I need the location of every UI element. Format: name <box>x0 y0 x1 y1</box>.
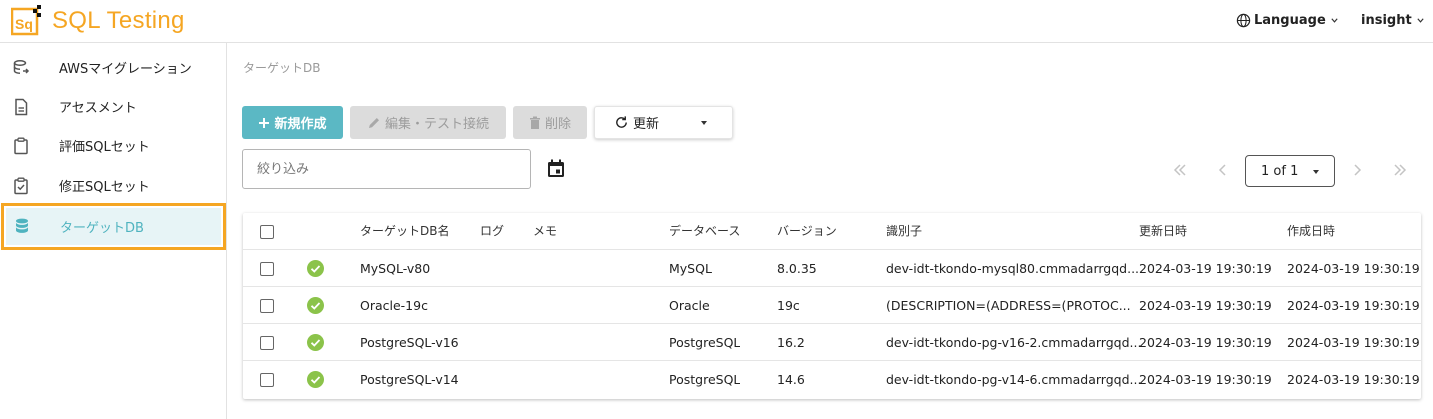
target-db-table: ターゲットDB名 ログ メモ データベース バージョン 識別子 更新日時 作成日… <box>243 213 1421 399</box>
last-page-icon[interactable] <box>1392 162 1408 178</box>
cell-version: 14.6 <box>777 372 805 387</box>
cell-updated: 2024-03-19 19:30:19 <box>1139 372 1272 387</box>
document-icon <box>15 98 28 115</box>
calendar-icon[interactable] <box>547 159 565 178</box>
cell-created: 2024-03-19 19:30:19 <box>1287 261 1420 276</box>
column-header-created[interactable]: 作成日時 <box>1287 213 1335 250</box>
app-title: SQL Testing <box>52 7 185 34</box>
next-page-icon[interactable] <box>1349 162 1365 178</box>
cell-database: Oracle <box>669 298 710 313</box>
refresh-button-label: 更新 <box>633 117 660 132</box>
row-checkbox[interactable] <box>260 336 274 350</box>
globe-icon <box>1236 13 1251 28</box>
user-label: insight <box>1361 13 1412 28</box>
plus-icon <box>259 117 270 128</box>
cell-identifier: dev-idt-tkondo-pg-v14-6.cmmadarrgqd... <box>886 372 1142 387</box>
cell-identifier: dev-idt-tkondo-mysql80.cmmadarrgqd... <box>886 261 1140 276</box>
prev-page-icon[interactable] <box>1215 162 1231 178</box>
cell-version: 8.0.35 <box>777 261 817 276</box>
cell-database: PostgreSQL <box>669 372 741 387</box>
check-circle-icon <box>307 260 324 277</box>
cell-created: 2024-03-19 19:30:19 <box>1287 298 1420 313</box>
pencil-icon <box>368 117 379 128</box>
cell-name: PostgreSQL-v16 <box>360 335 459 350</box>
database-icon <box>16 218 28 233</box>
user-menu[interactable]: insight <box>1361 13 1425 28</box>
cell-version: 19c <box>777 298 800 313</box>
chevron-down-icon <box>1417 18 1424 23</box>
language-menu[interactable]: Language <box>1236 13 1339 28</box>
table-row[interactable]: MySQL-v80 MySQL 8.0.35 dev-idt-tkondo-my… <box>243 250 1421 287</box>
sidebar-item-target-db[interactable]: ターゲットDB <box>1 203 226 250</box>
select-all-checkbox[interactable] <box>260 225 274 239</box>
cell-name: PostgreSQL-v14 <box>360 372 459 387</box>
delete-button-label: 削除 <box>544 117 571 132</box>
new-button-label: 新規作成 <box>274 117 327 132</box>
cell-updated: 2024-03-19 19:30:19 <box>1139 298 1272 313</box>
table-row[interactable]: PostgreSQL-v16 PostgreSQL 16.2 dev-idt-t… <box>243 324 1421 361</box>
cell-updated: 2024-03-19 19:30:19 <box>1139 261 1272 276</box>
clipboard-check-icon <box>14 177 28 194</box>
table-row[interactable]: PostgreSQL-v14 PostgreSQL 14.6 dev-idt-t… <box>243 361 1421 398</box>
column-header-version[interactable]: バージョン <box>777 213 837 250</box>
column-header-updated[interactable]: 更新日時 <box>1139 213 1187 250</box>
row-checkbox[interactable] <box>260 299 274 313</box>
edit-test-connection-button[interactable]: 編集・テスト接続 <box>350 106 506 139</box>
table-row[interactable]: Oracle-19c Oracle 19c (DESCRIPTION=(ADDR… <box>243 287 1421 324</box>
column-header-database[interactable]: データベース <box>669 213 740 250</box>
sidebar: AWSマイグレーション アセスメント 評価SQLセット 修正SQLセット ターゲ… <box>0 43 227 419</box>
first-page-icon[interactable] <box>1172 162 1188 178</box>
check-circle-icon <box>307 334 324 351</box>
sidebar-item-label: 修正SQLセット <box>59 180 150 195</box>
dropdown-caret-icon[interactable] <box>701 121 707 125</box>
refresh-button[interactable]: 更新 <box>594 106 733 139</box>
page-select-label: 1 of 1 <box>1261 163 1299 179</box>
delete-button[interactable]: 削除 <box>513 106 587 139</box>
column-header-memo[interactable]: メモ <box>533 213 557 250</box>
column-header-identifier[interactable]: 識別子 <box>886 213 922 250</box>
svg-text:Sq: Sq <box>15 16 33 32</box>
cell-identifier: (DESCRIPTION=(ADDRESS=(PROTOC... <box>886 298 1131 313</box>
table-header-row: ターゲットDB名 ログ メモ データベース バージョン 識別子 更新日時 作成日… <box>243 213 1421 250</box>
sidebar-item-label: AWSマイグレーション <box>59 62 192 77</box>
cell-name: Oracle-19c <box>360 298 428 313</box>
sidebar-item-label: ターゲットDB <box>60 221 144 236</box>
clipboard-icon <box>14 137 28 154</box>
page-select[interactable]: 1 of 1 <box>1245 155 1335 187</box>
cell-database: MySQL <box>669 261 712 276</box>
refresh-icon <box>616 116 627 128</box>
chevron-down-icon <box>1331 18 1338 23</box>
cell-database: PostgreSQL <box>669 335 741 350</box>
sidebar-item-label: アセスメント <box>59 101 137 116</box>
cell-created: 2024-03-19 19:30:19 <box>1287 335 1420 350</box>
cell-updated: 2024-03-19 19:30:19 <box>1139 335 1272 350</box>
sidebar-item-aws-migration[interactable]: AWSマイグレーション <box>0 48 227 87</box>
sidebar-item-eval-sql-set[interactable]: 評価SQLセット <box>0 126 227 165</box>
filter-input[interactable] <box>242 149 531 189</box>
cell-name: MySQL-v80 <box>360 261 431 276</box>
trash-icon <box>529 116 540 129</box>
edit-button-label: 編集・テスト接続 <box>384 117 489 132</box>
language-label: Language <box>1254 13 1326 28</box>
column-header-log[interactable]: ログ <box>480 213 504 250</box>
app-header: Sq SQL Testing Language insight <box>0 0 1433 43</box>
cell-created: 2024-03-19 19:30:19 <box>1287 372 1420 387</box>
check-circle-icon <box>307 297 324 314</box>
chevron-down-icon <box>1313 170 1319 174</box>
new-button[interactable]: 新規作成 <box>242 106 343 139</box>
column-header-name[interactable]: ターゲットDB名 <box>360 213 449 250</box>
row-checkbox[interactable] <box>260 373 274 387</box>
database-migrate-icon <box>13 59 30 74</box>
sidebar-item-label: 評価SQLセット <box>59 140 150 155</box>
sidebar-item-assessment[interactable]: アセスメント <box>0 87 227 126</box>
breadcrumb: ターゲットDB <box>243 61 321 75</box>
cell-version: 16.2 <box>777 335 805 350</box>
check-circle-icon <box>307 371 324 388</box>
row-checkbox[interactable] <box>260 262 274 276</box>
app-logo: Sq <box>11 5 41 36</box>
sidebar-item-fix-sql-set[interactable]: 修正SQLセット <box>0 166 227 205</box>
cell-identifier: dev-idt-tkondo-pg-v16-2.cmmadarrgqd... <box>886 335 1142 350</box>
